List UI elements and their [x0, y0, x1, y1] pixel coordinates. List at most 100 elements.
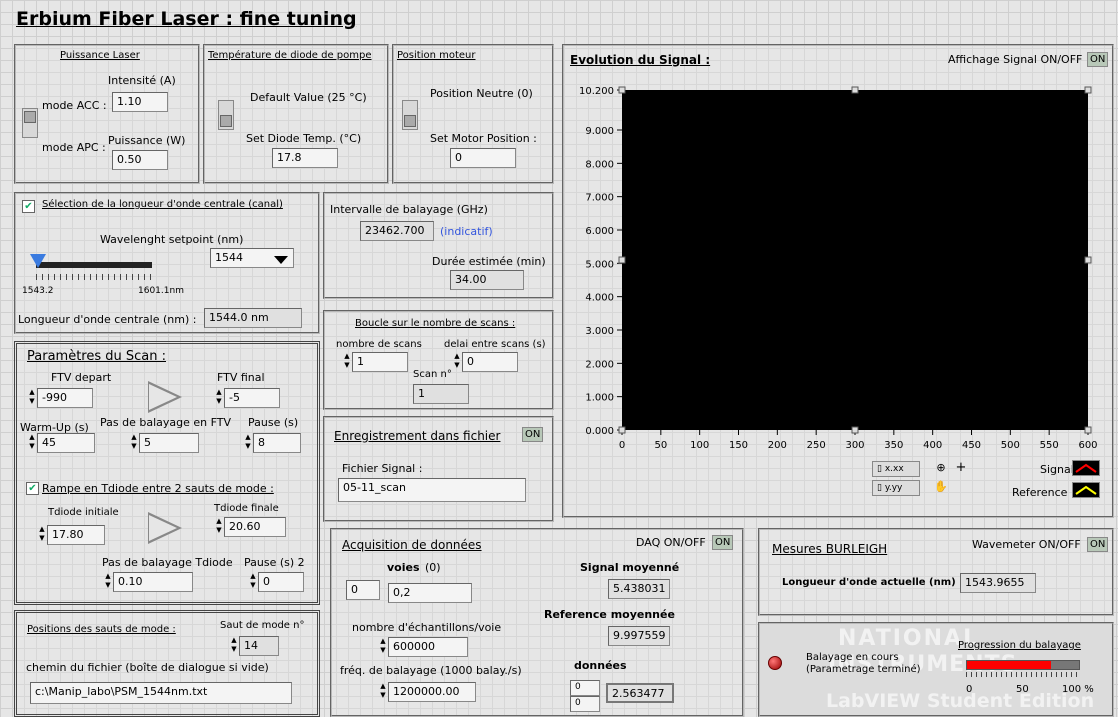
voies-index-field[interactable]: 0 [346, 580, 380, 600]
daq-label: DAQ ON/OFF [636, 536, 706, 549]
arrow-right-icon-inner [149, 384, 177, 410]
pas-tdiode-stepper[interactable]: ▲ ▼ [103, 572, 113, 592]
pas-tdiode-label: Pas de balayage Tdiode [102, 556, 233, 569]
y-tick-label: 9.000 [585, 126, 614, 137]
plot-resize-handle[interactable] [1084, 426, 1092, 434]
pas-ftv-label: Pas de balayage en FTV [100, 416, 231, 429]
temperature-toggle-switch[interactable] [218, 100, 234, 130]
ftv-depart-field[interactable]: -990 [37, 388, 93, 408]
y-tick-label: 6.000 [585, 226, 614, 237]
tdiode-initiale-field[interactable]: 17.80 [47, 525, 105, 545]
selection-checkbox[interactable]: ✔ [22, 200, 35, 213]
warmup-field[interactable]: 45 [37, 433, 95, 453]
plot-resize-handle[interactable] [1084, 256, 1092, 264]
set-motor-position-field[interactable]: 0 [450, 148, 516, 168]
legend-signal-swatch[interactable] [1072, 460, 1100, 476]
pause-field[interactable]: 8 [253, 433, 301, 453]
x-tick-label: 200 [768, 440, 787, 451]
slider-max-label: 1601.1nm [138, 286, 184, 296]
intervalle-value: 23462.700 [360, 221, 434, 241]
nb-echantillons-stepper[interactable]: ▲ ▼ [378, 637, 388, 657]
saut-mode-label: Saut de mode n° [220, 620, 305, 631]
delai-scans-stepper[interactable]: ▲ ▼ [452, 352, 462, 372]
ftv-depart-stepper[interactable]: ▲ ▼ [27, 388, 37, 408]
crosshair-icon[interactable]: + [952, 461, 970, 477]
wavelength-slider-thumb[interactable] [30, 254, 46, 268]
pas-ftv-stepper[interactable]: ▲ ▼ [129, 433, 139, 453]
pan-hand-icon[interactable]: ✋ [932, 480, 950, 496]
plot-resize-handle[interactable] [618, 86, 626, 94]
voies-field[interactable]: 0,2 [388, 583, 472, 603]
donnees-index2-field[interactable]: 0 [570, 696, 600, 712]
warmup-stepper[interactable]: ▲ ▼ [27, 433, 37, 453]
wavelength-slider-track[interactable] [36, 262, 152, 268]
progression-fill [967, 661, 1051, 669]
daq-on-button[interactable]: ON [712, 535, 734, 550]
pause2-field[interactable]: 0 [258, 572, 304, 592]
x-tick-label: 600 [1078, 440, 1097, 451]
set-motor-position-label: Set Motor Position : [430, 132, 537, 145]
x-tick-label: 300 [845, 440, 864, 451]
position-neutre-label: Position Neutre (0) [430, 87, 533, 100]
ftv-final-field[interactable]: -5 [224, 388, 280, 408]
watermark-line3: LabVIEW Student Edition [826, 690, 1095, 712]
frequence-field[interactable]: 1200000.00 [388, 682, 476, 702]
tdiode-finale-field[interactable]: 20.60 [224, 517, 286, 537]
pas-tdiode-field[interactable]: 0.10 [113, 572, 193, 592]
set-diode-temp-label: Set Diode Temp. (°C) [246, 132, 362, 145]
affichage-toggle-label: Affichage Signal ON/OFF [948, 53, 1083, 66]
boucle-legend: Boucle sur le nombre de scans : [355, 318, 516, 329]
scan-number-value: 1 [413, 384, 469, 404]
legend-reference-swatch[interactable] [1072, 482, 1100, 498]
plot-resize-handle[interactable] [618, 256, 626, 264]
delai-scans-label: delai entre scans (s) [444, 339, 546, 350]
zoom-icon[interactable]: ⊕ [932, 461, 950, 477]
intensite-field[interactable]: 1.10 [112, 92, 168, 112]
donnees-index1-field[interactable]: 0 [570, 680, 600, 696]
ftv-final-stepper[interactable]: ▲ ▼ [214, 388, 224, 408]
delai-scans-field[interactable]: 0 [462, 352, 518, 372]
nombre-scans-field[interactable]: 1 [352, 352, 408, 372]
balayage-line2: (Parametrage terminé) [806, 664, 921, 675]
balayage-line1: Balayage en cours [806, 652, 899, 663]
pas-ftv-field[interactable]: 5 [139, 433, 199, 453]
puissance-field[interactable]: 0.50 [112, 150, 168, 170]
progression-tick-0: 0 [966, 684, 973, 695]
progression-tick-50: 50 [1016, 684, 1029, 695]
mode-toggle-switch[interactable] [22, 108, 38, 138]
page-title: Erbium Fiber Laser : fine tuning [16, 8, 357, 30]
mode-apc-label: mode APC : [42, 141, 106, 154]
wavemeter-on-button[interactable]: ON [1087, 537, 1109, 552]
frequence-stepper[interactable]: ▲ ▼ [378, 682, 388, 702]
tdiode-finale-stepper[interactable]: ▲ ▼ [214, 517, 224, 537]
fichier-signal-field[interactable]: 05-11_scan [338, 478, 526, 502]
saut-mode-stepper[interactable]: ▲ ▼ [229, 636, 239, 656]
reference-moyenne-label: Reference moyennée [544, 608, 675, 621]
y-tick-label: 5.000 [585, 259, 614, 270]
duree-label: Durée estimée (min) [432, 255, 546, 268]
moteur-toggle-switch[interactable] [402, 100, 418, 130]
scan-params-title: Paramètres du Scan : [27, 349, 166, 364]
plot-resize-handle[interactable] [618, 426, 626, 434]
nombre-scans-stepper[interactable]: ▲ ▼ [342, 352, 352, 372]
plot-resize-handle[interactable] [851, 86, 859, 94]
x-tick-label: 350 [884, 440, 903, 451]
x-tick-label: 100 [690, 440, 709, 451]
affichage-on-button[interactable]: ON [1087, 52, 1109, 67]
set-diode-temp-field[interactable]: 17.8 [272, 148, 338, 168]
plot-resize-handle[interactable] [851, 426, 859, 434]
chevron-down-icon[interactable] [274, 256, 288, 264]
rampe-checkbox[interactable]: ✔ [26, 482, 39, 495]
enregistrement-on-button[interactable]: ON [522, 427, 544, 442]
chemin-fichier-field[interactable]: c:\Manip_labo\PSM_1544nm.txt [30, 682, 292, 704]
pause-stepper[interactable]: ▲ ▼ [243, 433, 253, 453]
plot-resize-handle[interactable] [1084, 86, 1092, 94]
chart-title: Evolution du Signal : [570, 53, 711, 67]
nb-echantillons-field[interactable]: 600000 [388, 637, 468, 657]
y-tick-label: 7.000 [585, 193, 614, 204]
scale-x-tool[interactable]: ▯ x.xx [872, 461, 920, 477]
tdiode-initiale-stepper[interactable]: ▲ ▼ [37, 525, 47, 545]
pause2-stepper[interactable]: ▲ ▼ [248, 572, 258, 592]
scale-y-tool[interactable]: ▯ y.yy [872, 480, 920, 496]
progression-tick-100: 100 % [1062, 684, 1094, 695]
